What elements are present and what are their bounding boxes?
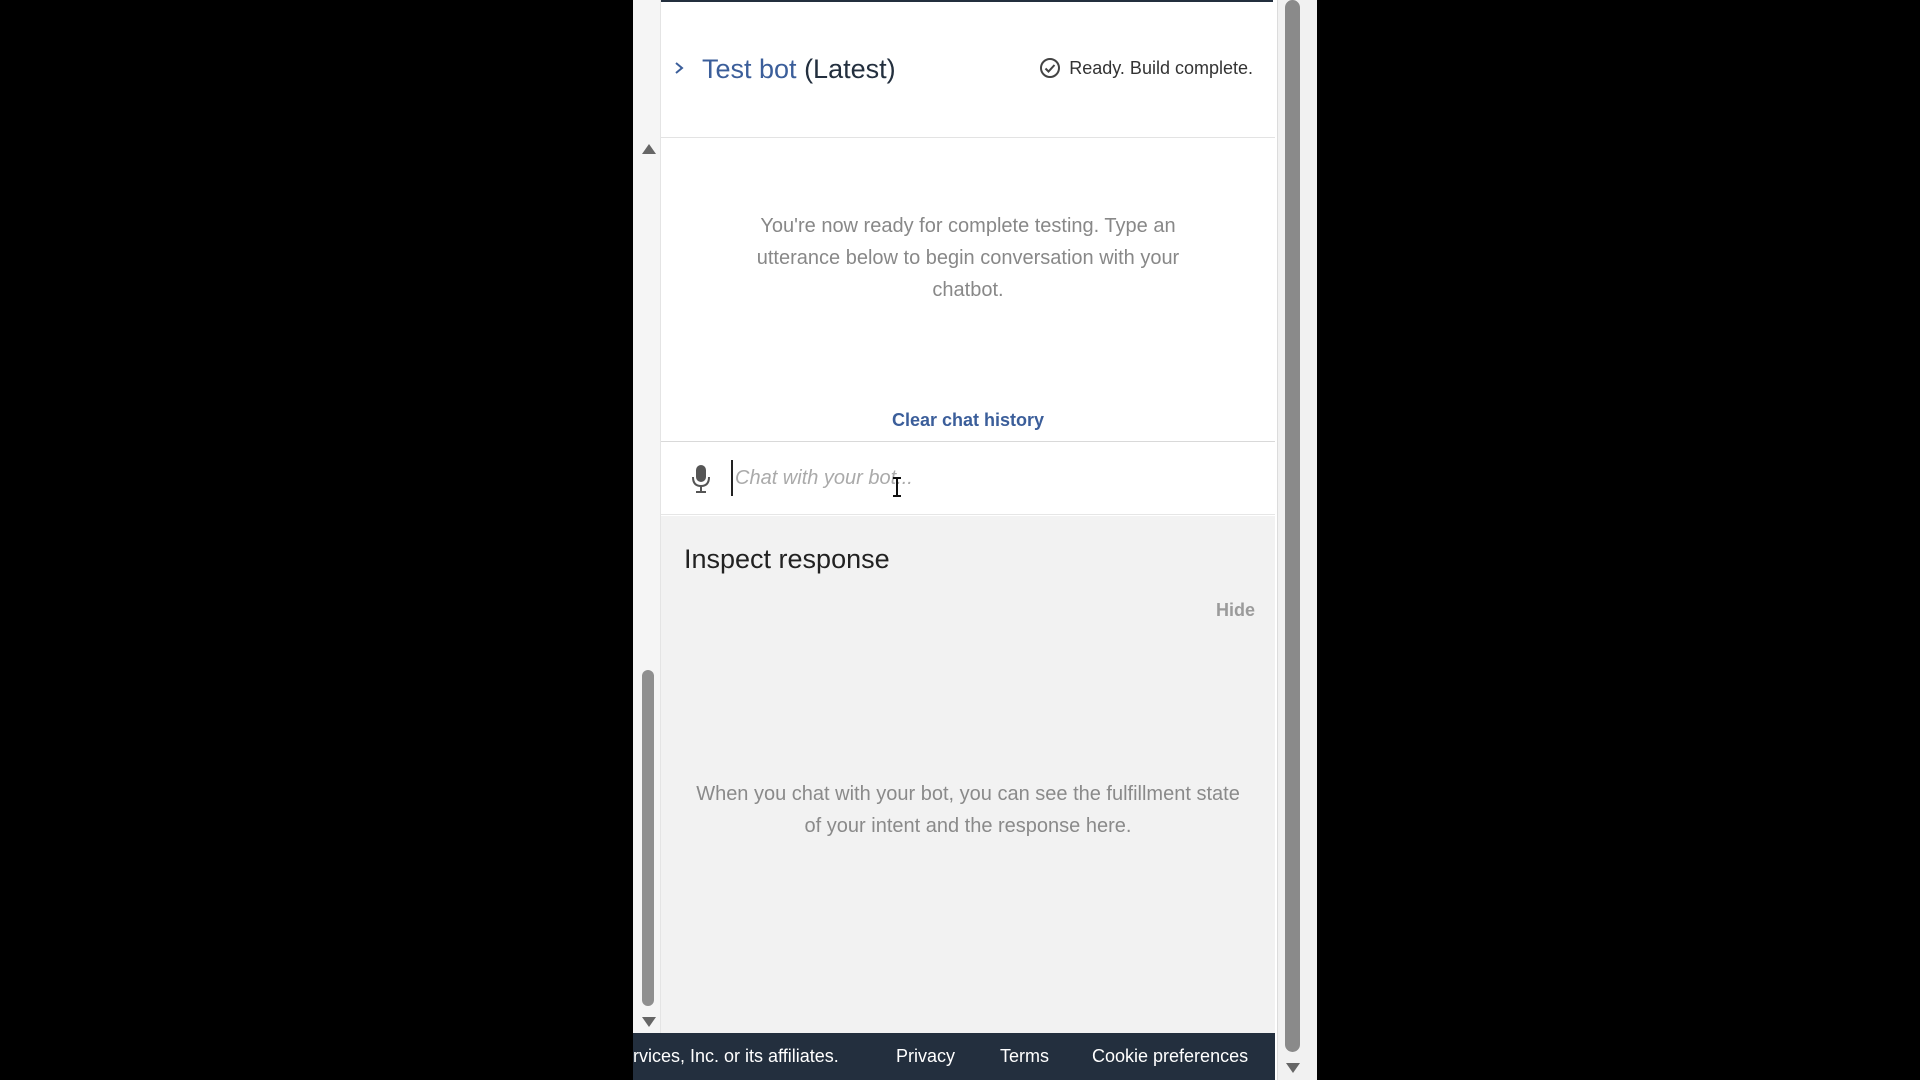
terms-link[interactable]: Terms [1000, 1046, 1049, 1067]
build-status: Ready. Build complete. [1039, 57, 1253, 79]
scroll-up-arrow-icon[interactable] [642, 144, 656, 154]
chat-input[interactable] [731, 460, 1251, 496]
inspect-response-panel: Inspect response Hide When you chat with… [661, 516, 1275, 1033]
inner-scroll-thumb[interactable] [642, 670, 654, 1006]
check-circle-icon [1040, 58, 1061, 78]
chat-area: You're now ready for complete testing. T… [661, 138, 1275, 441]
clear-chat-history-button[interactable]: Clear chat history [661, 410, 1275, 431]
test-bot-link[interactable]: Test bot [702, 54, 797, 84]
panel-title: Test bot (Latest) [702, 54, 896, 85]
cookie-preferences-link[interactable]: Cookie preferences [1092, 1046, 1248, 1067]
inspect-empty-message: When you chat with your bot, you can see… [696, 783, 1240, 837]
privacy-link[interactable]: Privacy [896, 1046, 955, 1067]
chat-empty-message: You're now ready for complete testing. T… [756, 215, 1180, 301]
scroll-down-arrow-icon[interactable] [642, 1017, 656, 1027]
copyright-text: rvices, Inc. or its affiliates. [633, 1046, 839, 1066]
hide-button[interactable]: Hide [1216, 600, 1255, 621]
chevron-right-icon[interactable] [673, 62, 685, 74]
page-scroll-down-arrow-icon[interactable] [1286, 1063, 1300, 1073]
inner-scrollbar[interactable] [633, 0, 661, 1033]
chat-input-row [661, 441, 1275, 515]
footer: rvices, Inc. or its affiliates. Privacy … [633, 1033, 1275, 1080]
test-bot-panel: Test bot (Latest) Ready. Build complete.… [633, 0, 1317, 1080]
inspect-response-title: Inspect response [684, 544, 890, 574]
text-cursor-icon [893, 477, 901, 497]
build-status-text: Ready. Build complete. [1069, 57, 1253, 78]
page-scroll-thumb[interactable] [1285, 0, 1300, 1052]
version-label: (Latest) [796, 54, 896, 84]
test-bot-header: Test bot (Latest) Ready. Build complete. [661, 2, 1275, 138]
page-scrollbar[interactable] [1277, 0, 1317, 1080]
microphone-icon[interactable] [691, 464, 711, 494]
